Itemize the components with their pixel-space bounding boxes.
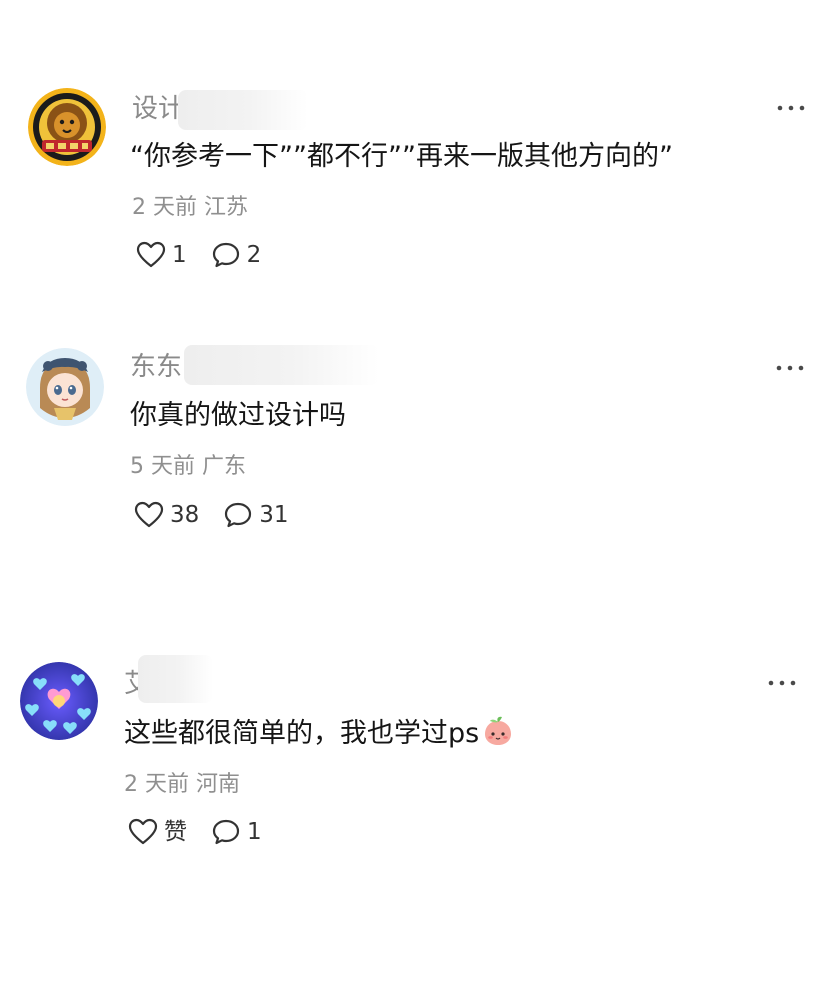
- comment-actions: 赞 1: [128, 815, 286, 849]
- comment-meta: 2 天前 河南: [124, 770, 240, 800]
- like-label: 赞: [164, 819, 187, 845]
- comment-location: 河南: [196, 772, 241, 797]
- comment-bubble-icon: [212, 819, 240, 845]
- username-blur-mask: [138, 655, 213, 703]
- hearts-avatar-icon: [20, 662, 98, 740]
- user-avatar[interactable]: [20, 662, 98, 740]
- peach-face-emoji-icon: [481, 714, 515, 759]
- like-button[interactable]: 赞: [128, 817, 187, 847]
- more-dots-icon: [768, 680, 796, 686]
- heart-icon: [128, 818, 158, 845]
- more-options-button[interactable]: [767, 673, 797, 693]
- comment-time: 2 天前: [124, 772, 189, 797]
- reply-button[interactable]: 1: [211, 817, 262, 847]
- reply-count: 1: [247, 819, 262, 845]
- comment-item: 艾 这些都很简单的，我也学过ps 2 天前 河南 赞 1: [0, 0, 823, 900]
- comment-text-body: 这些都很简单的，我也学过ps: [124, 718, 480, 749]
- comment-text: 这些都很简单的，我也学过ps: [124, 714, 515, 759]
